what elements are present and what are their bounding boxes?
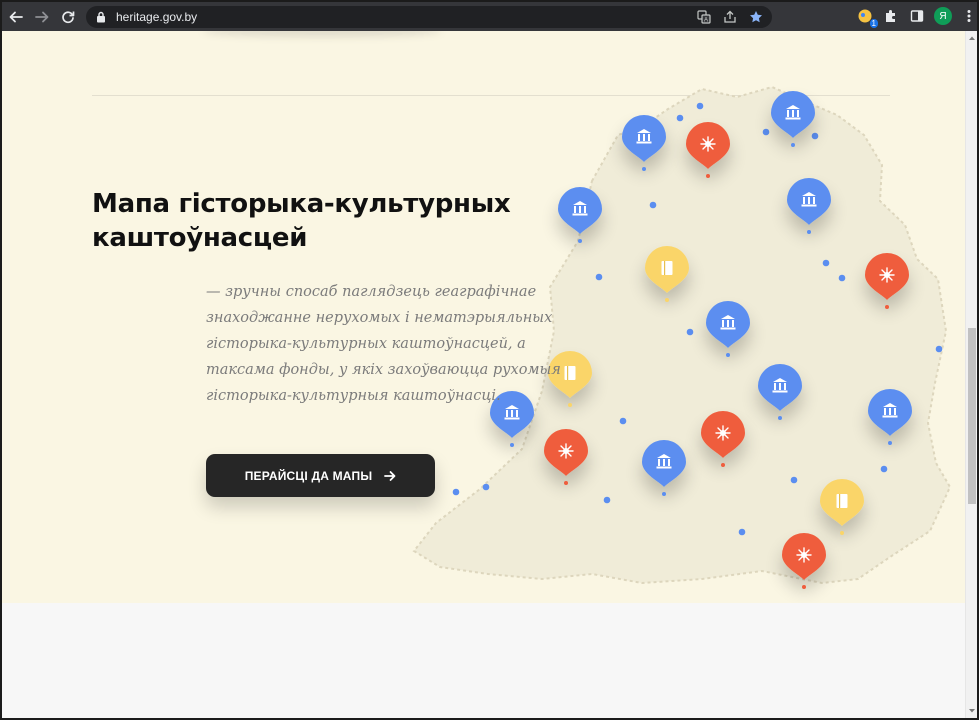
map-location-dot[interactable] <box>790 476 798 484</box>
side-panel-icon[interactable] <box>908 7 926 25</box>
map-location-dot[interactable] <box>811 132 819 140</box>
map-location-dot[interactable] <box>762 128 770 136</box>
map-location-dot[interactable] <box>595 273 603 281</box>
go-to-map-label: ПЕРАЙСЦІ ДА МАПЫ <box>244 468 373 483</box>
svg-text:A: A <box>704 18 708 24</box>
sparkle-icon <box>715 425 731 441</box>
page-title: Мапа гісторыка-культурных каштоўнасцей <box>92 189 511 253</box>
scroll-up-icon[interactable] <box>966 31 977 45</box>
kebab-menu-icon[interactable] <box>960 7 978 25</box>
map-location-dot[interactable] <box>452 488 460 496</box>
map-location-dot[interactable] <box>738 528 746 536</box>
sparkle-icon <box>700 136 716 152</box>
arrow-right-icon <box>384 470 396 482</box>
page-description: — зручны спосаб паглядзець геаграфічнае … <box>206 284 561 404</box>
map-location-dot[interactable] <box>676 114 684 122</box>
map-location-dot[interactable] <box>696 102 704 110</box>
avatar: Я <box>934 7 952 25</box>
map-location-dot[interactable] <box>822 259 830 267</box>
extension-badge: 1 <box>869 19 878 28</box>
translate-icon[interactable]: A <box>696 9 712 25</box>
address-bar[interactable]: heritage.gov.by A <box>86 6 772 28</box>
scroll-down-icon[interactable] <box>966 704 977 718</box>
hero-section: Мапа гісторыка-культурных каштоўнасцей —… <box>2 31 965 603</box>
scrollbar-thumb[interactable] <box>968 328 976 504</box>
sparkle-icon <box>796 547 812 563</box>
share-icon[interactable] <box>722 9 738 25</box>
map-location-dot[interactable] <box>649 201 657 209</box>
sparkle-icon <box>558 443 574 459</box>
star-icon[interactable] <box>748 9 764 25</box>
back-arrow-icon[interactable] <box>4 5 28 29</box>
map-location-dot[interactable] <box>935 345 943 353</box>
map-location-dot[interactable] <box>482 483 490 491</box>
go-to-map-button[interactable]: ПЕРАЙСЦІ ДА МАПЫ <box>206 454 435 497</box>
map-location-dot[interactable] <box>619 417 627 425</box>
sparkle-icon <box>879 267 895 283</box>
url-text: heritage.gov.by <box>116 10 198 24</box>
puzzle-icon[interactable] <box>882 7 900 25</box>
map-location-dot[interactable] <box>880 465 888 473</box>
book-icon <box>661 261 673 275</box>
scrollbar[interactable] <box>965 31 977 718</box>
profile-avatar[interactable]: Я <box>934 7 952 25</box>
reload-icon[interactable] <box>56 5 80 29</box>
forward-arrow-icon[interactable] <box>30 5 54 29</box>
page-viewport: Мапа гісторыка-культурных каштоўнасцей —… <box>2 31 977 718</box>
browser-toolbar: heritage.gov.by A 1 Я <box>2 2 977 31</box>
extension-icon[interactable]: 1 <box>856 7 878 28</box>
lower-section <box>2 603 965 718</box>
book-icon <box>836 494 848 508</box>
lock-icon[interactable] <box>96 10 110 24</box>
map-location-dot[interactable] <box>603 496 611 504</box>
map-location-dot[interactable] <box>686 328 694 336</box>
map-location-dot[interactable] <box>838 274 846 282</box>
